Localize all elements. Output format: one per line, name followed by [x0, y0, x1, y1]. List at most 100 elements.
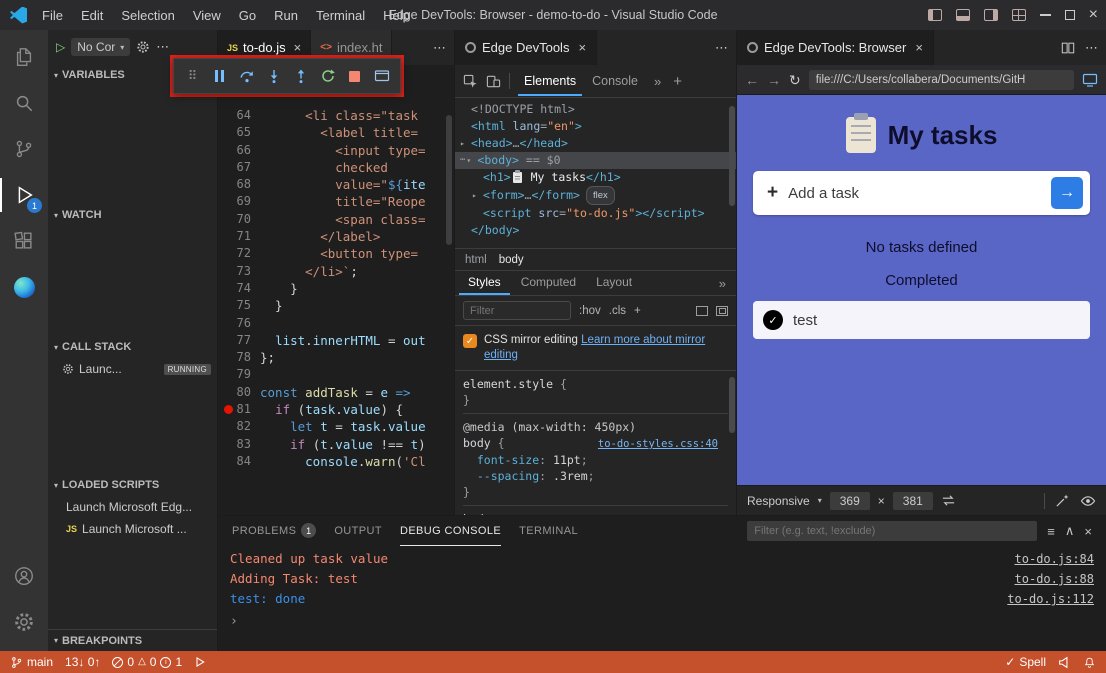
close-icon[interactable]: ×	[294, 40, 302, 55]
expand-arrow-icon[interactable]: ▸	[472, 187, 483, 204]
rotate-viewport-icon[interactable]	[941, 493, 956, 508]
loaded-scripts-section-header[interactable]: ▾ LOADED SCRIPTS	[48, 474, 217, 496]
editor-actions-more-icon[interactable]: ⋯	[425, 30, 454, 65]
line-gutter[interactable]: 65	[218, 124, 260, 141]
stylesheet-link[interactable]: to-do-styles.css:1	[604, 512, 728, 515]
dom-node[interactable]: </body>	[455, 222, 736, 239]
css-mirror-checkbox[interactable]: ✓	[463, 334, 477, 348]
line-gutter[interactable]: 78	[218, 349, 260, 366]
split-editor-icon[interactable]	[1061, 41, 1075, 55]
wand-icon[interactable]	[1055, 493, 1070, 508]
code-editor[interactable]: 64 <li class="task65 <label title=66 <in…	[218, 65, 454, 515]
step-out-button[interactable]	[288, 63, 313, 89]
dom-node[interactable]: <h1> My tasks</h1>	[455, 169, 736, 186]
line-gutter[interactable]: 64	[218, 107, 260, 124]
explorer-icon[interactable]	[0, 34, 48, 80]
customize-layout-icon[interactable]	[1012, 9, 1026, 21]
dom-node[interactable]: ⋯▾<body> == $0	[455, 152, 736, 169]
device-mode-dropdown[interactable]: Responsive	[747, 494, 810, 508]
node-overflow-icon[interactable]: ⋯	[460, 152, 465, 169]
close-panel-icon[interactable]: ×	[1084, 524, 1092, 539]
flex-badge[interactable]: flex	[586, 186, 615, 205]
start-debug-icon[interactable]: ▷	[56, 40, 65, 54]
source-location-link[interactable]: to-do.js:84	[1015, 550, 1094, 569]
back-icon[interactable]: ←	[745, 73, 759, 87]
menu-edit[interactable]: Edit	[72, 0, 112, 30]
device-emulation-icon[interactable]	[486, 74, 501, 89]
url-bar[interactable]: file:///C:/Users/collabera/Documents/Git…	[809, 70, 1074, 90]
add-task-input[interactable]: Add a task	[788, 185, 859, 202]
style-tab-computed[interactable]: Computed	[512, 271, 585, 295]
menu-run[interactable]: Run	[265, 0, 307, 30]
browser-window-button[interactable]	[369, 63, 394, 89]
problems-indicator[interactable]: 0 △ 0 i 1	[112, 655, 182, 669]
styles-filter-input[interactable]	[463, 301, 571, 320]
line-gutter[interactable]: 72	[218, 245, 260, 262]
viewport-width-field[interactable]: 369	[830, 492, 870, 510]
views-more-icon[interactable]: ⋯	[156, 39, 170, 55]
launch-config-dropdown[interactable]: No Cor ▾	[71, 38, 130, 56]
tool-tab-console[interactable]: Console	[586, 67, 644, 96]
settings-gear-icon[interactable]	[0, 599, 48, 645]
viewport-height-field[interactable]: 381	[893, 492, 933, 510]
element-class-button[interactable]: .cls	[609, 305, 626, 317]
tab-edge-devtools-browser[interactable]: Edge DevTools: Browser ×	[737, 30, 934, 65]
pseudo-state-button[interactable]: :hov	[579, 305, 601, 317]
menu-go[interactable]: Go	[230, 0, 265, 30]
close-icon[interactable]: ×	[578, 40, 586, 55]
breadcrumb-item[interactable]: body	[499, 254, 524, 266]
expand-arrow-icon[interactable]: ▸	[460, 135, 471, 152]
more-style-tabs-icon[interactable]: »	[719, 271, 732, 295]
line-gutter[interactable]: 81	[218, 401, 260, 418]
branch-indicator[interactable]: main	[10, 655, 53, 669]
editor-scrollbar[interactable]	[446, 115, 452, 245]
line-gutter[interactable]: 74	[218, 280, 260, 297]
close-button[interactable]: ×	[1089, 7, 1098, 23]
line-gutter[interactable]: 80	[218, 384, 260, 401]
toggle-primary-sidebar-icon[interactable]	[928, 9, 942, 21]
step-over-button[interactable]	[234, 63, 259, 89]
screencast-toggle-icon[interactable]	[1082, 72, 1098, 88]
debug-console-output[interactable]: Cleaned up task valueto-do.js:84Adding T…	[218, 546, 1106, 651]
styles-scrollbar[interactable]	[729, 377, 735, 433]
step-into-button[interactable]	[261, 63, 286, 89]
eye-icon[interactable]	[1080, 493, 1096, 509]
style-tab-layout[interactable]: Layout	[587, 271, 641, 295]
notifications-bell-icon[interactable]	[1083, 656, 1096, 669]
call-stack-session-row[interactable]: Launc... RUNNING	[48, 358, 217, 380]
expand-arrow-icon[interactable]: ▾	[466, 152, 477, 169]
style-tab-styles[interactable]: Styles	[459, 271, 510, 295]
minimize-button[interactable]	[1040, 14, 1051, 16]
toggle-secondary-sidebar-icon[interactable]	[984, 9, 998, 21]
new-style-rule-icon[interactable]: +	[634, 305, 641, 317]
computed-panel-icon[interactable]	[716, 306, 728, 316]
panel-tab-terminal[interactable]: TERMINAL	[519, 516, 578, 546]
restart-button[interactable]	[315, 63, 340, 89]
breakpoint-dot[interactable]	[224, 405, 233, 414]
repl-prompt-icon[interactable]: ›	[230, 612, 1094, 631]
task-done-checkbox[interactable]: ✓	[763, 310, 783, 330]
stylesheet-link[interactable]: to-do-styles.css:40	[598, 436, 728, 452]
debug-session-indicator[interactable]	[194, 656, 206, 668]
line-gutter[interactable]: 66	[218, 142, 260, 159]
panel-tab-problems[interactable]: PROBLEMS1	[232, 516, 316, 546]
line-gutter[interactable]: 77	[218, 332, 260, 349]
loaded-script-row[interactable]: Launch Microsoft Edg...	[48, 496, 217, 518]
elements-tree[interactable]: <!DOCTYPE html><html lang="en">▸<head>…<…	[455, 98, 736, 248]
source-location-link[interactable]: to-do.js:88	[1015, 570, 1094, 589]
drag-handle-icon[interactable]: ⠿	[180, 63, 205, 89]
line-gutter[interactable]: 76	[218, 315, 260, 332]
line-gutter[interactable]: 70	[218, 211, 260, 228]
dom-node[interactable]: <html lang="en">	[455, 118, 736, 135]
completed-task-row[interactable]: ✓ test	[753, 301, 1090, 339]
tab-edge-devtools[interactable]: Edge DevTools ×	[455, 30, 597, 65]
dom-node[interactable]: <!DOCTYPE html>	[455, 101, 736, 118]
menu-file[interactable]: File	[33, 0, 72, 30]
panel-tab-output[interactable]: OUTPUT	[334, 516, 382, 546]
run-and-debug-icon[interactable]: 1	[0, 172, 48, 218]
line-gutter[interactable]: 79	[218, 366, 260, 383]
pane-more-icon[interactable]: ⋯	[715, 40, 728, 56]
spell-checker-status[interactable]: ✓ Spell	[1005, 655, 1046, 669]
dom-node[interactable]: ▸<form>…</form>flex	[455, 186, 736, 205]
accounts-icon[interactable]	[0, 553, 48, 599]
